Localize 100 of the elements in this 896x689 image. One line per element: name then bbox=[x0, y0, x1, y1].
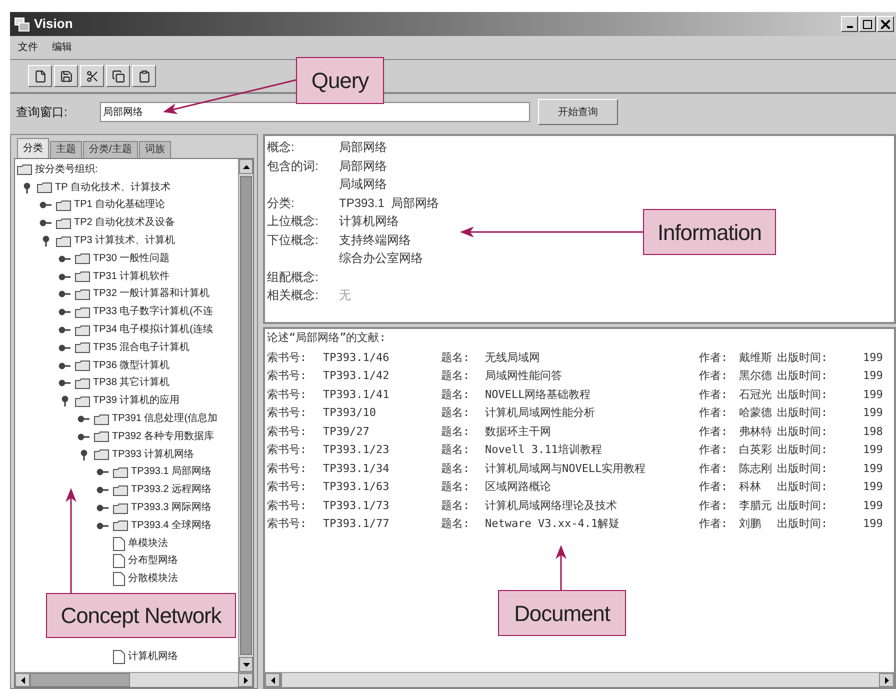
collapsed-key-icon[interactable] bbox=[96, 486, 109, 494]
close-button[interactable] bbox=[877, 16, 894, 32]
tree-item[interactable]: TP391 信息处理(信息加 bbox=[112, 414, 218, 424]
book-title: 计算机局域网络理论及技术 bbox=[485, 498, 618, 514]
call-number: TP39/27 bbox=[323, 424, 370, 440]
call-number: TP393.1/77 bbox=[323, 516, 390, 532]
tree-item[interactable]: TP392 各种专用数据库 bbox=[112, 432, 214, 442]
expanded-key-icon[interactable] bbox=[22, 182, 30, 194]
author-name: 弗林特 bbox=[739, 424, 773, 440]
book-title: 局域网性能问答 bbox=[485, 368, 563, 384]
tree-item[interactable]: 单模块法 bbox=[128, 538, 168, 549]
tab[interactable]: 主题 bbox=[50, 141, 82, 158]
collapsed-key-icon[interactable] bbox=[77, 415, 90, 424]
tree-item[interactable]: TP36 微型计算机 bbox=[93, 360, 170, 371]
author-name: 哈蒙德 bbox=[739, 405, 773, 421]
minimize-button[interactable] bbox=[841, 16, 858, 32]
year-value: 199 bbox=[863, 442, 884, 458]
collapsed-key-icon[interactable] bbox=[58, 344, 71, 352]
scroll-thumb[interactable] bbox=[240, 176, 252, 655]
field-label: 出版时间: bbox=[777, 350, 829, 366]
save-icon bbox=[60, 70, 72, 82]
toolbar-button[interactable] bbox=[132, 65, 156, 87]
expanded-key-icon[interactable] bbox=[60, 395, 68, 408]
collapsed-key-icon[interactable] bbox=[58, 379, 71, 388]
tab[interactable]: 词族 bbox=[138, 141, 171, 158]
collapsed-key-icon[interactable] bbox=[96, 522, 109, 530]
collapsed-key-icon[interactable] bbox=[96, 504, 109, 512]
collapsed-key-icon[interactable] bbox=[58, 326, 71, 334]
collapsed-key-icon[interactable] bbox=[39, 219, 52, 228]
tree-item[interactable]: TP1 自动化基础理论 bbox=[74, 200, 166, 210]
author-name: 科林 bbox=[739, 479, 762, 495]
tree-item[interactable]: TP393 计算机网络 bbox=[112, 450, 194, 460]
tab[interactable]: 分类/主题 bbox=[83, 141, 138, 158]
collapsed-key-icon[interactable] bbox=[58, 272, 71, 281]
query-field[interactable]: 局部网络 bbox=[100, 102, 530, 122]
field-label: 索书号: bbox=[267, 460, 308, 476]
scroll-thumb[interactable] bbox=[280, 673, 282, 687]
collapsed-key-icon[interactable] bbox=[58, 308, 71, 316]
book-title: 数据环主干网 bbox=[485, 424, 552, 440]
scroll-left-button[interactable] bbox=[265, 673, 280, 687]
field-label: 题名: bbox=[441, 368, 471, 384]
menu-item[interactable]: 文件 bbox=[18, 40, 38, 55]
expanded-key-icon[interactable] bbox=[80, 448, 88, 461]
scroll-up-button[interactable] bbox=[239, 159, 253, 174]
search-button[interactable]: 开始查询 bbox=[538, 99, 618, 125]
tree-item[interactable]: TP35 混合电子计算机 bbox=[93, 342, 190, 353]
tree-root-label[interactable]: 按分类号组织: bbox=[35, 164, 98, 175]
tree-item[interactable]: TP393.3 网际网络 bbox=[131, 503, 212, 514]
tree-item[interactable]: TP31 计算机软件 bbox=[93, 272, 170, 282]
left-arrow-icon bbox=[20, 676, 24, 684]
tree-item[interactable]: 计算机网络 bbox=[128, 652, 178, 662]
folder-icon bbox=[75, 271, 90, 282]
folder-icon bbox=[17, 164, 32, 176]
tree-item[interactable]: TP2 自动化技术及设备 bbox=[74, 218, 176, 228]
tree-item[interactable]: TP33 电子数字计算机(不连 bbox=[93, 307, 214, 318]
field-label: 作者: bbox=[699, 368, 729, 384]
collapsed-key-icon[interactable] bbox=[58, 254, 71, 263]
tree-item[interactable]: TP393.2 远程网络 bbox=[131, 485, 212, 496]
menu-item[interactable]: 编辑 bbox=[52, 40, 72, 55]
collapsed-key-icon[interactable] bbox=[58, 290, 71, 298]
tree-item[interactable]: TP 自动化技术、计算技术 bbox=[55, 182, 170, 193]
down-arrow-icon bbox=[242, 662, 250, 666]
minimize-icon bbox=[846, 26, 852, 28]
collapsed-key-icon[interactable] bbox=[39, 201, 52, 210]
book-title: 计算机局域网性能分析 bbox=[485, 405, 596, 421]
toolbar-button[interactable] bbox=[54, 65, 78, 87]
tree-item[interactable]: TP34 电子模拟计算机(连续 bbox=[93, 325, 214, 336]
tree-item[interactable]: TP38 其它计算机 bbox=[93, 378, 170, 388]
year-value: 199 bbox=[863, 405, 884, 421]
scroll-left-button[interactable] bbox=[15, 673, 30, 687]
collapsed-key-icon[interactable] bbox=[58, 362, 71, 370]
info-label: 相关概念: bbox=[267, 287, 320, 304]
up-arrow-icon bbox=[242, 164, 250, 168]
field-label: 索书号: bbox=[267, 350, 308, 366]
tree-item[interactable]: TP39 计算机的应用 bbox=[93, 396, 180, 406]
maximize-button[interactable] bbox=[859, 16, 876, 32]
tree-item[interactable]: TP3 计算技术、计算机 bbox=[74, 236, 176, 246]
callout-label: Query bbox=[296, 57, 384, 104]
info-value: 支持终端网络 bbox=[339, 232, 412, 248]
scroll-right-button[interactable] bbox=[879, 673, 894, 687]
tree-item[interactable]: 分散模块法 bbox=[128, 574, 178, 584]
toolbar-button[interactable] bbox=[28, 65, 52, 87]
tree-item[interactable]: TP393.4 全球网络 bbox=[131, 520, 212, 531]
toolbar-button[interactable] bbox=[80, 65, 104, 87]
tree-item[interactable]: 分布型网络 bbox=[128, 556, 178, 566]
expanded-key-icon[interactable] bbox=[42, 235, 50, 248]
scroll-down-button[interactable] bbox=[239, 657, 253, 672]
scroll-thumb[interactable] bbox=[30, 673, 130, 687]
collapsed-key-icon[interactable] bbox=[77, 432, 90, 441]
tree-item[interactable]: TP32 一般计算器和计算机 bbox=[93, 289, 210, 300]
field-label: 题名: bbox=[441, 460, 471, 476]
tree-item[interactable]: TP393.1 局部网络 bbox=[131, 467, 212, 478]
tab[interactable]: 分类 bbox=[17, 138, 49, 158]
toolbar-button[interactable] bbox=[106, 65, 130, 87]
field-label: 出版时间: bbox=[777, 405, 829, 421]
tree-item[interactable]: TP30 一般性问题 bbox=[93, 254, 170, 264]
author-name: 白英彩 bbox=[739, 442, 773, 458]
collapsed-key-icon[interactable] bbox=[96, 468, 109, 476]
field-label: 索书号: bbox=[267, 368, 308, 384]
scroll-right-button[interactable] bbox=[238, 673, 253, 687]
